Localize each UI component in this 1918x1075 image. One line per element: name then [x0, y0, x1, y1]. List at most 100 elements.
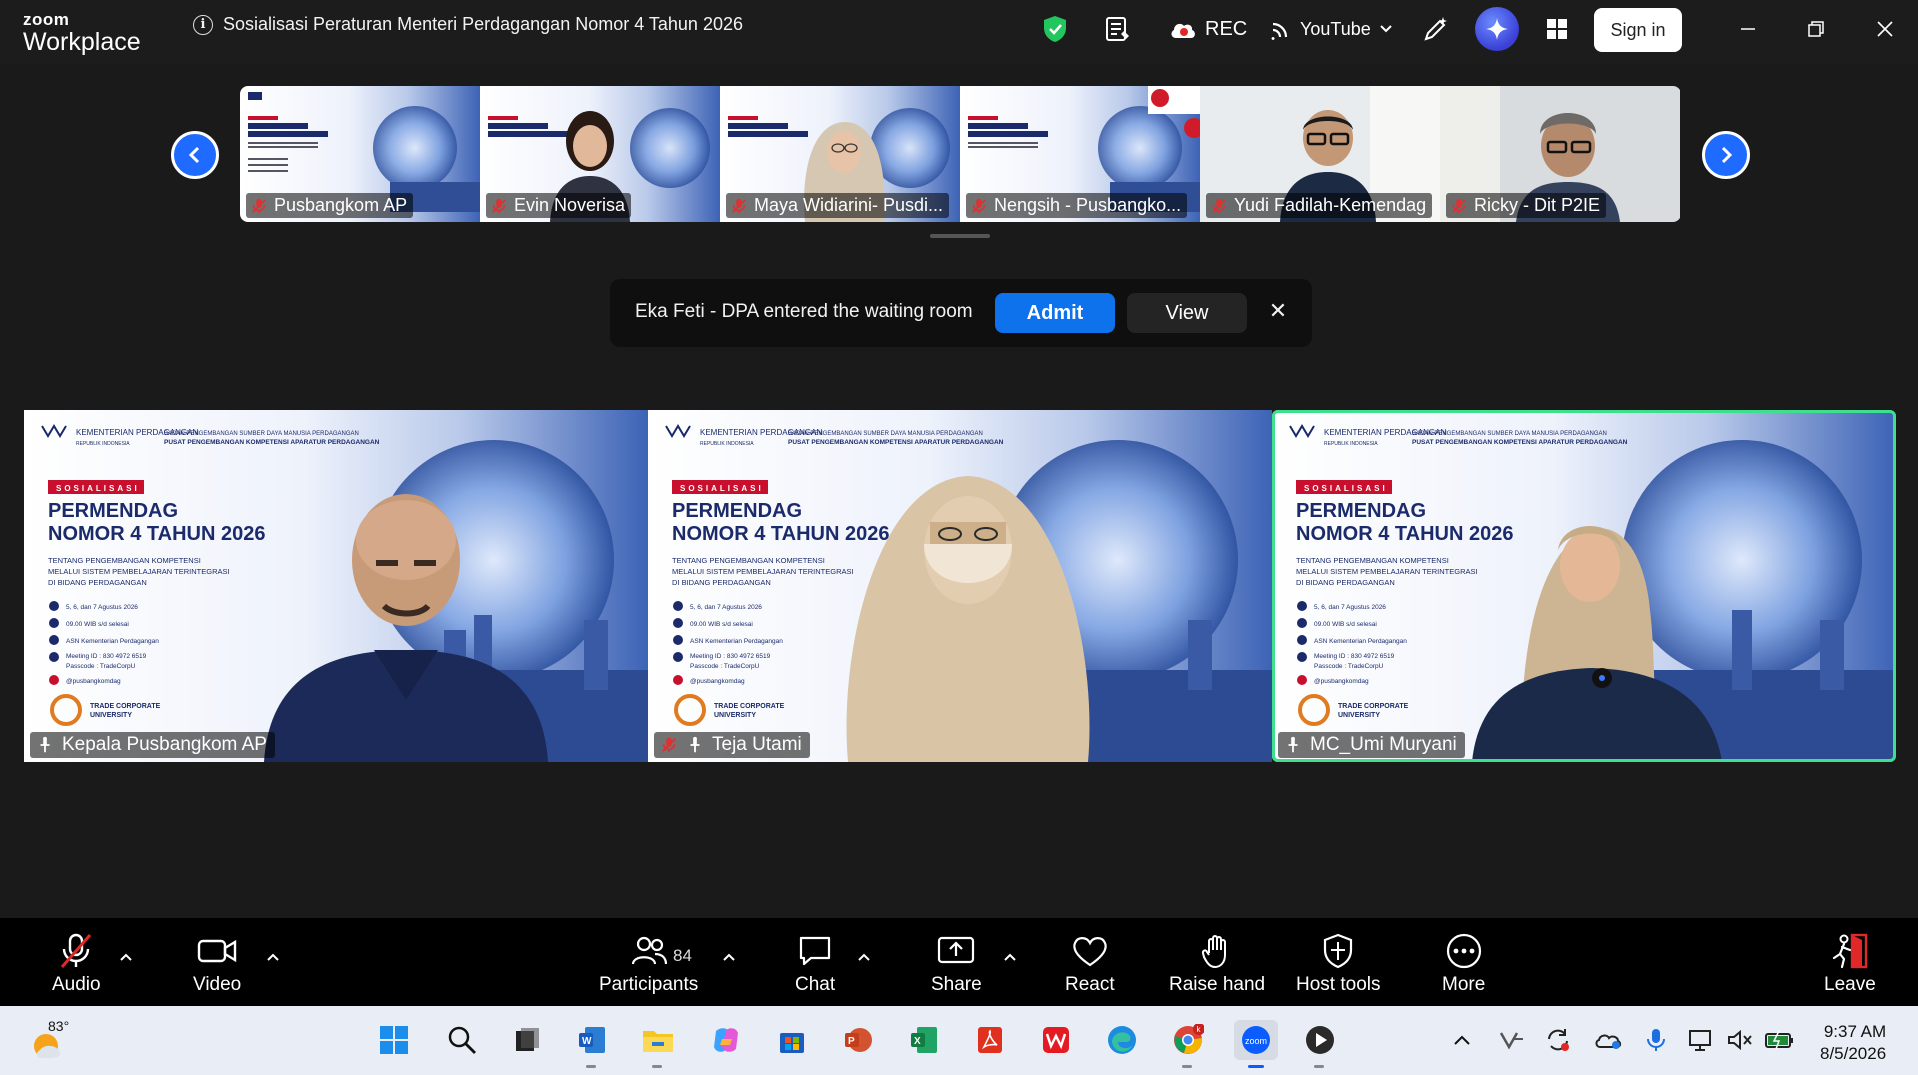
restore-icon[interactable]	[1801, 14, 1831, 44]
tcu-text: TRADE CORPORATE	[714, 703, 785, 710]
file-explorer-icon[interactable]	[638, 1020, 678, 1068]
main-video-tile-active-speaker[interactable]: KEMENTERIAN PERDAGANGAN REPUBLIK INDONES…	[1272, 410, 1896, 762]
slide-time: 09.00 WIB s/d selesai	[1314, 621, 1377, 628]
react-button[interactable]: React	[1065, 932, 1115, 996]
temperature-label: 83°	[46, 1018, 72, 1034]
ai-companion-button[interactable]	[1475, 7, 1519, 51]
main-video-tile[interactable]: KEMENTERIAN PERDAGANGAN REPUBLIK INDONES…	[648, 410, 1272, 762]
transcript-icon[interactable]	[1104, 14, 1132, 44]
microphone-icon[interactable]	[1636, 1020, 1676, 1060]
apps-icon[interactable]	[1544, 14, 1570, 44]
svg-text:X: X	[914, 1036, 921, 1047]
heart-icon	[1073, 937, 1107, 967]
brand-top: zoom	[23, 10, 70, 29]
chat-options-caret-icon[interactable]	[855, 948, 873, 966]
admit-button[interactable]: Admit	[995, 293, 1115, 333]
virtual-background-slide: KEMENTERIAN PERDAGANGAN REPUBLIK INDONES…	[648, 410, 1272, 762]
meeting-title-bar[interactable]: i Sosialisasi Peraturan Menteri Perdagan…	[193, 14, 743, 35]
minimize-icon[interactable]	[1733, 14, 1763, 44]
gallery-tile[interactable]: Maya Widiarini- Pusdi...	[720, 86, 960, 222]
audio-options-caret-icon[interactable]	[117, 948, 135, 966]
next-page-button[interactable]	[1702, 131, 1750, 179]
annotate-icon[interactable]	[1422, 14, 1450, 44]
virtual-background-slide: KEMENTERIAN PERDAGANGAN REPUBLIK INDONES…	[24, 410, 648, 762]
strip-resize-handle[interactable]	[930, 234, 990, 238]
video-options-caret-icon[interactable]	[264, 948, 282, 966]
leave-button[interactable]: Leave	[1824, 932, 1876, 996]
share-options-caret-icon[interactable]	[1001, 948, 1019, 966]
encryption-shield-icon[interactable]	[1042, 14, 1068, 44]
republic-text: REPUBLIK INDONESIA	[700, 441, 754, 447]
raise-hand-button[interactable]: Raise hand	[1169, 932, 1265, 996]
main-video-tile[interactable]: KEMENTERIAN PERDAGANGAN REPUBLIK INDONES…	[24, 410, 648, 762]
view-button[interactable]: View	[1127, 293, 1247, 333]
agency-line-1: BADAN PENGEMBANGAN SUMBER DAYA MANUSIA P…	[788, 431, 983, 437]
slide-meeting-id: Meeting ID : 830 4972 6519	[66, 653, 147, 660]
gallery-tile[interactable]: Ricky - Dit P2IE	[1440, 86, 1680, 222]
volume-muted-icon[interactable]	[1720, 1020, 1760, 1060]
powerpoint-icon[interactable]: P	[838, 1020, 878, 1060]
task-view-icon[interactable]	[507, 1020, 547, 1060]
pin-icon	[1284, 736, 1302, 754]
slide-time: 09.00 WIB s/d selesai	[66, 621, 129, 628]
acrobat-icon[interactable]	[970, 1020, 1010, 1060]
live-stream-icon	[1271, 22, 1288, 40]
sync-icon[interactable]	[1538, 1020, 1578, 1060]
word-icon[interactable]: W	[572, 1020, 612, 1068]
network-icon[interactable]	[1682, 1020, 1722, 1060]
muted-mic-icon	[250, 197, 268, 215]
slide-audience: ASN Kementerian Perdagangan	[1314, 638, 1407, 645]
slide-passcode: Passcode : TradeCorpU	[690, 663, 760, 670]
gallery-tile[interactable]: Nengsih - Pusbangko...	[960, 86, 1200, 222]
slide-subtitle: TENTANG PENGEMBANGAN KOMPETENSI	[672, 556, 825, 565]
sparkle-icon	[1486, 18, 1508, 40]
slide-social: @pusbangkomdag	[66, 678, 121, 685]
excel-icon[interactable]: X	[904, 1020, 944, 1060]
video-button[interactable]: Video	[193, 932, 241, 996]
clock-date: 8/5/2026	[1820, 1044, 1887, 1063]
previous-page-button[interactable]	[171, 131, 219, 179]
close-icon[interactable]	[1870, 14, 1900, 44]
chat-button[interactable]: Chat	[795, 932, 835, 996]
battery-charging-icon[interactable]	[1760, 1020, 1800, 1060]
microsoft-store-icon[interactable]	[772, 1020, 812, 1060]
wps-office-icon[interactable]	[1036, 1020, 1076, 1060]
gallery-tile[interactable]: Yudi Fadilah-Kemendag	[1200, 86, 1440, 222]
show-hidden-icons-chevron-up-icon[interactable]	[1442, 1020, 1482, 1060]
shield-icon	[1324, 933, 1353, 969]
zoom-taskbar-icon[interactable]: zoom	[1234, 1020, 1278, 1068]
copilot-icon[interactable]	[706, 1020, 746, 1060]
onedrive-icon[interactable]	[1588, 1020, 1628, 1060]
share-button[interactable]: Share	[931, 932, 982, 996]
participant-count: 84	[673, 946, 692, 965]
gallery-tile[interactable]: Pusbangkom AP	[240, 86, 480, 222]
host-tools-label: Host tools	[1296, 974, 1381, 995]
participant-name: Ricky - Dit P2IE	[1446, 193, 1607, 218]
more-button[interactable]: More	[1442, 932, 1485, 996]
gallery-tile[interactable]: Evin Noverisa	[480, 86, 720, 222]
sign-in-button[interactable]: Sign in	[1594, 8, 1682, 52]
svg-text:zoom: zoom	[1245, 1036, 1267, 1046]
raise-hand-label: Raise hand	[1169, 974, 1266, 995]
republic-text: REPUBLIK INDONESIA	[1324, 441, 1378, 447]
info-icon[interactable]: i	[193, 14, 213, 35]
close-notification-icon[interactable]: ✕	[1266, 298, 1290, 323]
edge-icon[interactable]	[1102, 1020, 1142, 1060]
system-clock[interactable]: 9:37 AM 8/5/2026	[1820, 1021, 1886, 1065]
chrome-icon[interactable]: k	[1168, 1020, 1208, 1068]
slide-subtitle: DI BIDANG PERDAGANGAN	[48, 578, 147, 587]
tray-app-icon[interactable]	[1492, 1020, 1532, 1060]
pin-icon	[686, 736, 704, 754]
host-tools-button[interactable]: Host tools	[1296, 932, 1380, 996]
audio-button[interactable]: Audio	[52, 932, 101, 996]
tcu-text: TRADE CORPORATE	[90, 703, 161, 710]
cloud-recording-button[interactable]: REC	[1169, 14, 1247, 44]
muted-mic-icon	[1450, 197, 1468, 215]
live-stream-button[interactable]: YouTube	[1270, 14, 1393, 44]
participants-options-caret-icon[interactable]	[720, 948, 738, 966]
meeting-title: Sosialisasi Peraturan Menteri Perdaganga…	[223, 14, 743, 34]
raise-hand-icon	[1202, 935, 1227, 969]
search-icon[interactable]	[442, 1020, 482, 1060]
media-player-icon[interactable]	[1300, 1020, 1340, 1068]
start-icon[interactable]	[374, 1020, 414, 1060]
